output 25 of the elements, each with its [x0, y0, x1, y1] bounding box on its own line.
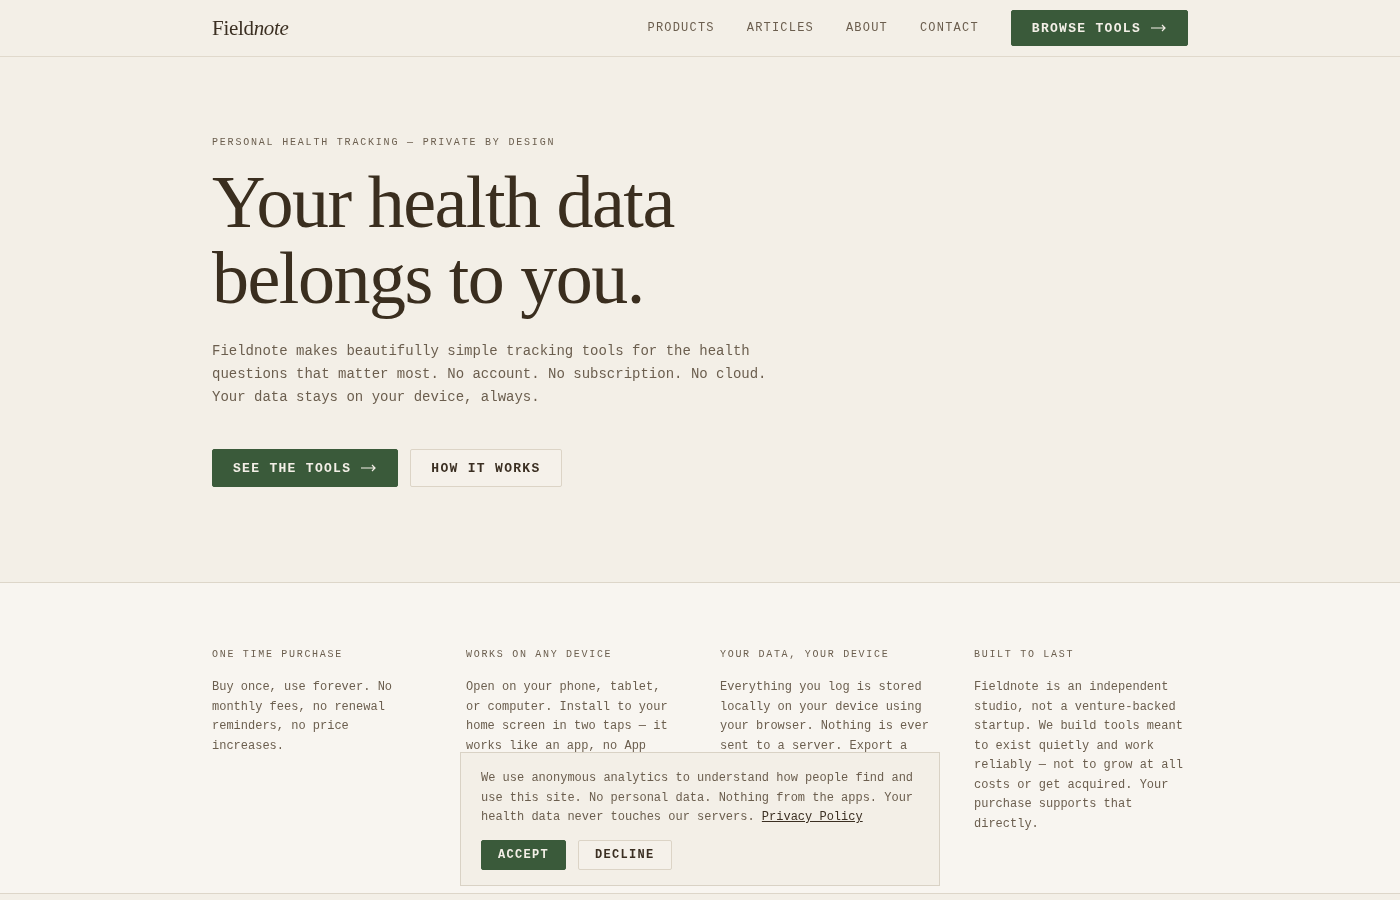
headline: Your health data belongs to you.	[212, 164, 674, 320]
feature-title: BUILT TO LAST	[974, 649, 1076, 660]
arrow-icon	[1151, 24, 1167, 32]
feature-title: WORKS ON ANY DEVICE	[466, 649, 614, 660]
nav-link[interactable]: ARTICLES	[746, 21, 814, 35]
decline-button[interactable]: DECLINE	[578, 839, 672, 870]
nav-link[interactable]: ABOUT	[845, 21, 888, 35]
privacy-policy-link[interactable]: Privacy Policy	[761, 810, 863, 824]
nav-link[interactable]: CONTACT	[919, 21, 979, 35]
see-tools-button[interactable]: SEE THE TOOLS	[212, 449, 399, 487]
browse-tools-button[interactable]: BROWSE TOOLS	[1010, 10, 1188, 46]
feature-text: Fieldnote is an independent studio, not a venture-backed startup. We build tools meant to exist quietly and work reliably — not to grow at all costs or get acquired. Your purchase supports that directly.	[974, 679, 1184, 833]
accept-button[interactable]: ACCEPT	[481, 839, 566, 870]
arrow-icon	[361, 464, 378, 472]
intro-paragraph: Fieldnote makes beautifully simple tracking tools for the health questions that matter most. No account. No subscription. No cloud. Your data stays on your device, always.	[212, 342, 768, 407]
feature-text: Open on your phone, tablet, or computer. Install to your home screen in two taps — it works like an app, no App	[466, 679, 669, 755]
feature-title: ONE TIME PURCHASE	[212, 649, 344, 660]
cookie-text: We use anonymous analytics to understand how people find and use this site. No personal data. Nothing from the apps. Your health data never touches our servers. Privacy Policy	[481, 770, 915, 826]
feature-title: YOUR DATA, YOUR DEVICE	[720, 649, 891, 660]
how-it-works-button[interactable]: HOW IT WORKS	[410, 449, 562, 487]
feature-text: Buy once, use forever. No monthly fees, no renewal reminders, no price increases.	[212, 679, 394, 755]
eyebrow-text: PERSONAL HEALTH TRACKING — PRIVATE BY DESIGN	[212, 137, 557, 148]
logo[interactable]: Fieldnote	[212, 15, 289, 41]
nav-link[interactable]: PRODUCTS	[647, 21, 715, 35]
feature-text: Everything you log is stored locally on your device using your browser. Nothing is ever sent to a server. Export a	[720, 679, 930, 755]
